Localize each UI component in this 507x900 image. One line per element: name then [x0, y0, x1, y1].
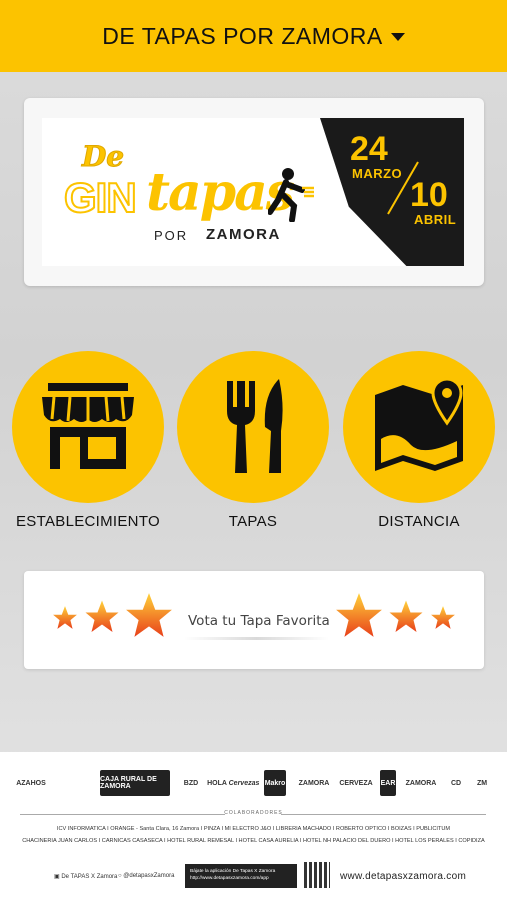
logo-de: De — [81, 140, 125, 174]
twitter-link[interactable]: ○ @detapasxZamora — [118, 873, 174, 879]
top-bar: DE TAPAS POR ZAMORA — [0, 0, 507, 72]
sponsor-logo: ZAMORA — [298, 779, 330, 787]
sponsor-logo: CAJA RURAL DE ZAMORA — [100, 770, 170, 796]
category-establecimiento-label: ESTABLECIMIENTO — [16, 513, 160, 530]
star-icon — [53, 606, 77, 629]
logo-zamora: ZAMORA — [206, 226, 281, 243]
category-tapas-button[interactable] — [177, 351, 329, 503]
start-day: 24 — [350, 130, 388, 168]
category-tapas[interactable]: TAPAS — [177, 351, 329, 530]
sponsor-logo: CD — [450, 779, 462, 787]
twitter-icon: ○ — [118, 873, 122, 879]
website-link[interactable]: www.detapasxzamora.com — [340, 871, 466, 882]
sponsor-logos: AZAHOS CAJA RURAL DE ZAMORA BZD HOLA Cer… — [16, 770, 494, 800]
star-icon — [431, 606, 455, 629]
star-icon — [85, 600, 119, 632]
vote-underline — [184, 637, 329, 640]
category-distancia[interactable]: DISTANCIA — [343, 351, 495, 530]
vote-favorite-button[interactable]: Vota tu Tapa Favorita — [24, 571, 484, 669]
sponsors-footer: AZAHOS CAJA RURAL DE ZAMORA BZD HOLA Cer… — [0, 752, 507, 900]
fork-knife-icon — [227, 379, 283, 473]
vote-label: Vota tu Tapa Favorita — [188, 613, 330, 629]
category-distancia-button[interactable] — [343, 351, 495, 503]
start-month: MARZO — [352, 166, 403, 181]
page-title: DE TAPAS POR ZAMORA — [102, 22, 383, 49]
qr-code — [304, 862, 330, 888]
sponsor-logo: CERVEZA — [339, 779, 373, 787]
facebook-icon: ▣ — [54, 874, 60, 880]
event-banner: De GIN tapas POR ZAMORA 24 MARZO 10 ABRI… — [42, 118, 464, 266]
sponsor-logo: Cervezas — [228, 779, 260, 787]
star-icon — [336, 593, 382, 637]
collaborators-title: COLABORADORES — [224, 810, 283, 816]
dates-panel: 24 MARZO 10 ABRIL — [320, 118, 464, 266]
running-waiter-icon — [268, 168, 314, 222]
facebook-label: De TAPAS X Zamora — [61, 874, 118, 880]
sponsor-logo: ZAMORA — [405, 779, 437, 787]
app-download-banner[interactable]: Bájate la aplicación De Tapas X Zamora h… — [185, 864, 297, 888]
chevron-down-icon — [390, 33, 405, 41]
collaborators-line: CHACINERIA JUAN CARLOS I CARNICAS CASASE… — [22, 838, 485, 844]
store-icon — [42, 383, 134, 469]
sponsor-logo: HOLA — [207, 779, 227, 787]
map-pin-icon — [375, 377, 463, 471]
category-distancia-label: DISTANCIA — [378, 513, 460, 530]
star-icon — [389, 600, 423, 632]
event-banner-card: De GIN tapas POR ZAMORA 24 MARZO 10 ABRI… — [24, 98, 484, 286]
sponsor-logo: AZAHOS — [16, 779, 46, 787]
city-selector[interactable]: DE TAPAS POR ZAMORA — [102, 22, 405, 50]
logo-por: POR — [154, 228, 189, 243]
category-establecimiento[interactable]: ESTABLECIMIENTO — [12, 351, 164, 530]
category-tapas-label: TAPAS — [228, 513, 278, 530]
logo-gin: GIN — [63, 173, 138, 222]
category-establecimiento-button[interactable] — [12, 351, 164, 503]
sponsor-logo: ZM — [476, 779, 488, 787]
star-icon — [126, 593, 172, 637]
sponsor-logo: EAR — [380, 770, 396, 796]
facebook-link[interactable]: ▣ De TAPAS X Zamora — [54, 873, 117, 880]
app-download-text: Bájate la aplicación De Tapas X Zamora — [190, 869, 276, 874]
sponsor-logo: Makro — [264, 770, 286, 796]
twitter-label: @detapasxZamora — [123, 873, 175, 879]
end-month: ABRIL — [414, 212, 457, 227]
sponsor-logo: BZD — [183, 779, 199, 787]
collaborators-line: ICV INFORMATICA I ORANGE - Santa Clara, … — [56, 826, 451, 832]
app-download-url: http://www.detapasxzamora.com/app — [190, 876, 269, 881]
end-day: 10 — [410, 176, 448, 214]
